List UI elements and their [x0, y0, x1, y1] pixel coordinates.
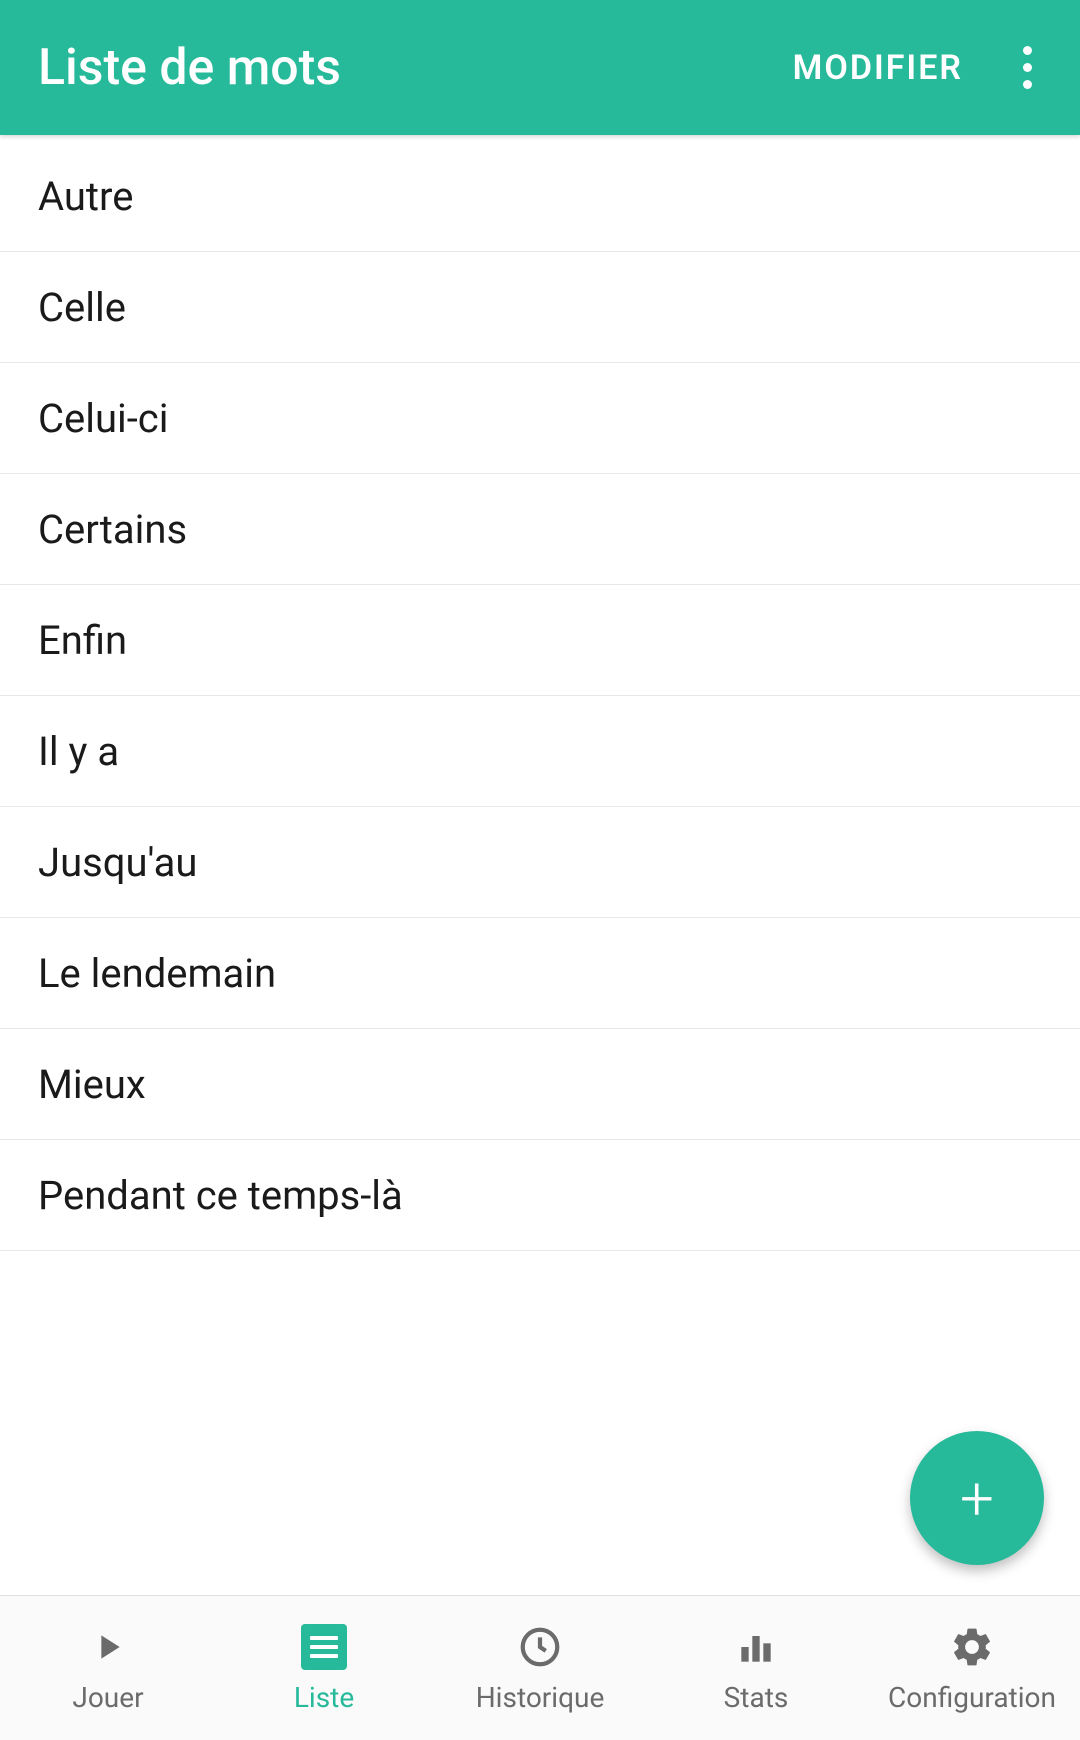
word-label: Mieux — [38, 1061, 146, 1108]
nav-label: Historique — [476, 1681, 605, 1714]
list-item[interactable]: Certains — [0, 474, 1080, 585]
overflow-dot-icon — [1023, 46, 1032, 55]
overflow-menu-button[interactable] — [1013, 36, 1042, 99]
word-list: Autre Celle Celui-ci Certains Enfin Il y… — [0, 135, 1080, 1595]
plus-icon: + — [960, 1463, 994, 1534]
word-label: Pendant ce temps-là — [38, 1172, 403, 1219]
list-item[interactable]: Il y a — [0, 696, 1080, 807]
add-word-button[interactable]: + — [910, 1431, 1044, 1565]
app-bar: Liste de mots MODIFIER — [0, 0, 1080, 135]
nav-item-configuration[interactable]: Configuration — [864, 1596, 1080, 1740]
nav-item-liste[interactable]: Liste — [216, 1596, 432, 1740]
list-item[interactable]: Le lendemain — [0, 918, 1080, 1029]
word-label: Il y a — [38, 728, 119, 775]
gear-icon — [948, 1623, 996, 1671]
word-label: Autre — [38, 173, 133, 220]
nav-label: Stats — [724, 1681, 789, 1714]
modifier-button[interactable]: MODIFIER — [793, 48, 963, 88]
word-label: Celui-ci — [38, 395, 168, 442]
list-item[interactable]: Celui-ci — [0, 363, 1080, 474]
word-label: Celle — [38, 284, 126, 331]
list-item[interactable]: Mieux — [0, 1029, 1080, 1140]
list-item[interactable]: Autre — [0, 141, 1080, 252]
play-icon — [84, 1623, 132, 1671]
clock-icon — [516, 1623, 564, 1671]
word-label: Jusqu'au — [38, 839, 197, 886]
word-label: Le lendemain — [38, 950, 276, 997]
list-item[interactable]: Pendant ce temps-là — [0, 1140, 1080, 1251]
list-item[interactable]: Enfin — [0, 585, 1080, 696]
list-icon — [300, 1623, 348, 1671]
nav-item-stats[interactable]: Stats — [648, 1596, 864, 1740]
page-title: Liste de mots — [38, 39, 793, 97]
stats-icon — [732, 1623, 780, 1671]
overflow-dot-icon — [1023, 63, 1032, 72]
nav-item-historique[interactable]: Historique — [432, 1596, 648, 1740]
overflow-dot-icon — [1023, 80, 1032, 89]
bottom-nav: Jouer Liste Historique Stats Configurati… — [0, 1595, 1080, 1740]
word-label: Enfin — [38, 617, 127, 664]
list-item[interactable]: Celle — [0, 252, 1080, 363]
list-item[interactable]: Jusqu'au — [0, 807, 1080, 918]
nav-label: Jouer — [72, 1681, 143, 1714]
nav-label: Configuration — [888, 1681, 1056, 1714]
word-label: Certains — [38, 506, 187, 553]
nav-item-jouer[interactable]: Jouer — [0, 1596, 216, 1740]
nav-label: Liste — [294, 1681, 354, 1714]
